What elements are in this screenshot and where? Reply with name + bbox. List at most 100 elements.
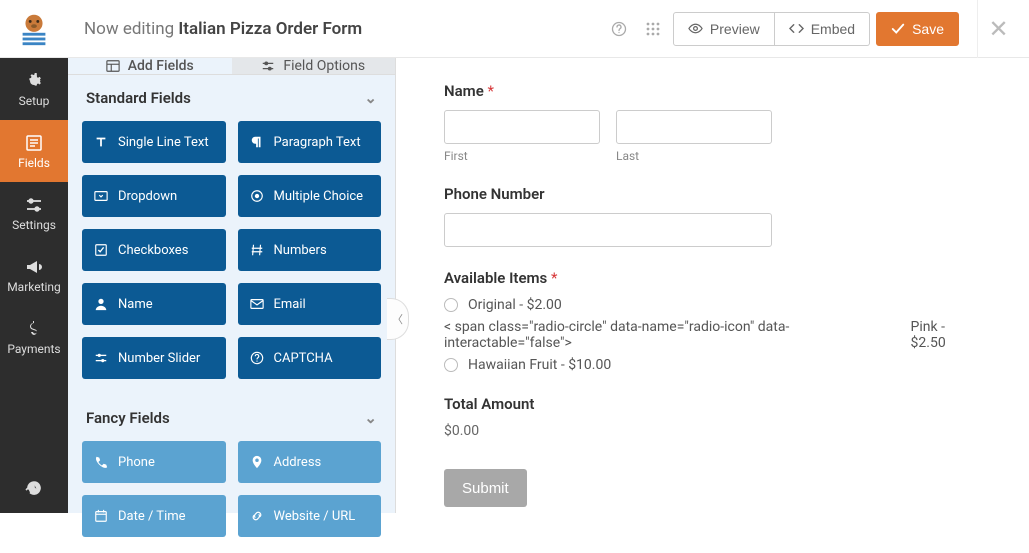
user-icon <box>94 297 108 311</box>
radio-icon <box>444 298 458 312</box>
save-button[interactable]: Save <box>876 12 959 46</box>
field-address[interactable]: Address <box>238 441 382 483</box>
field-number-slider[interactable]: Number Slider <box>82 337 226 379</box>
sliders-icon <box>24 195 44 215</box>
preview-button[interactable]: Preview <box>673 12 775 46</box>
slider-icon <box>94 351 108 365</box>
field-label: Checkboxes <box>118 243 188 258</box>
field-email[interactable]: Email <box>238 283 382 325</box>
embed-label: Embed <box>811 21 855 37</box>
link-icon <box>250 509 264 523</box>
field-label: Numbers <box>274 243 327 258</box>
history-icon <box>24 478 44 498</box>
field-label: Date / Time <box>118 509 186 524</box>
dollar-icon <box>24 319 44 339</box>
item-option[interactable]: Hawaiian Fruit - $10.00 <box>444 357 981 373</box>
apps-grid-icon[interactable] <box>639 15 667 43</box>
rail-payments[interactable]: Payments <box>0 306 68 368</box>
gear-icon <box>24 71 44 91</box>
email-icon <box>250 297 264 311</box>
field-label: Dropdown <box>118 189 177 204</box>
preview-label: Preview <box>710 21 760 37</box>
field-date-time[interactable]: Date / Time <box>82 495 226 537</box>
field-dropdown[interactable]: Dropdown <box>82 175 226 217</box>
rail-label: Marketing <box>7 280 61 294</box>
option-label: Pink - $2.50 <box>911 319 981 351</box>
first-name-input[interactable] <box>444 110 600 144</box>
check-icon <box>891 22 905 36</box>
field-single-line-text[interactable]: Single Line Text <box>82 121 226 163</box>
eye-icon <box>688 21 703 36</box>
tab-label: Field Options <box>283 58 365 74</box>
option-label: Hawaiian Fruit - $10.00 <box>468 357 611 373</box>
rail-label: Settings <box>12 218 56 232</box>
text-icon <box>94 135 108 149</box>
group-title: Fancy Fields <box>86 409 170 427</box>
field-label: Single Line Text <box>118 135 209 150</box>
field-numbers[interactable]: Numbers <box>238 229 382 271</box>
embed-button[interactable]: Embed <box>775 12 870 46</box>
field-label: Phone <box>118 455 155 470</box>
help-icon[interactable] <box>605 15 633 43</box>
preview-field-total[interactable]: Total Amount $0.00 <box>444 395 981 439</box>
radio-icon <box>444 358 458 372</box>
layout-icon <box>106 59 120 73</box>
chevron-down-icon: ⌄ <box>364 409 377 427</box>
option-label: Original - $2.00 <box>468 297 562 313</box>
sublabel-first: First <box>444 149 600 163</box>
last-name-input[interactable] <box>616 110 772 144</box>
item-option[interactable]: < span class="radio-circle" data-name="r… <box>444 319 981 351</box>
hash-icon <box>250 243 264 257</box>
field-name[interactable]: Name <box>82 283 226 325</box>
rail-revisions[interactable] <box>0 463 68 513</box>
field-label: CAPTCHA <box>274 351 333 366</box>
field-multiple-choice[interactable]: Multiple Choice <box>238 175 382 217</box>
preview-field-items[interactable]: Available Items * Original - $2.00 < spa… <box>444 269 981 373</box>
megaphone-icon <box>24 257 44 277</box>
rail-fields[interactable]: Fields <box>0 120 68 182</box>
form-preview: Name * First Last Phone Number Available… <box>396 58 1029 513</box>
field-paragraph-text[interactable]: Paragraph Text <box>238 121 382 163</box>
item-option[interactable]: Original - $2.00 <box>444 297 981 313</box>
preview-field-phone[interactable]: Phone Number <box>444 185 981 247</box>
group-title: Standard Fields <box>86 89 191 107</box>
rail-label: Payments <box>7 342 60 356</box>
required-marker: * <box>551 269 557 287</box>
field-checkboxes[interactable]: Checkboxes <box>82 229 226 271</box>
dropdown-icon <box>94 189 108 203</box>
field-label: Number Slider <box>118 351 200 366</box>
calendar-icon <box>94 509 108 523</box>
required-marker: * <box>488 82 494 100</box>
checkbox-icon <box>94 243 108 257</box>
field-phone[interactable]: Phone <box>82 441 226 483</box>
group-fancy-fields[interactable]: Fancy Fields ⌄ <box>68 395 395 441</box>
chevron-down-icon: ⌄ <box>364 89 377 107</box>
tab-label: Add Fields <box>128 58 194 74</box>
sliders-icon <box>261 59 275 73</box>
field-label: Name <box>444 82 484 100</box>
form-icon <box>24 133 44 153</box>
rail-label: Setup <box>19 94 50 108</box>
sublabel-last: Last <box>616 149 772 163</box>
field-captcha[interactable]: CAPTCHA <box>238 337 382 379</box>
submit-button[interactable]: Submit <box>444 469 527 507</box>
save-label: Save <box>912 21 944 37</box>
field-website-url[interactable]: Website / URL <box>238 495 382 537</box>
fields-panel: Add Fields Field Options Standard Fields… <box>68 58 396 513</box>
rail-setup[interactable]: Setup <box>0 58 68 120</box>
total-value: $0.00 <box>444 423 981 439</box>
preview-field-name[interactable]: Name * First Last <box>444 82 981 163</box>
field-label: Website / URL <box>274 509 356 524</box>
field-label: Email <box>274 297 306 312</box>
phone-input[interactable] <box>444 213 772 247</box>
field-label: Available Items <box>444 269 547 287</box>
rail-settings[interactable]: Settings <box>0 182 68 244</box>
page-title: Now editing Italian Pizza Order Form <box>68 19 605 39</box>
radio-icon <box>250 189 264 203</box>
tab-field-options[interactable]: Field Options <box>232 58 396 74</box>
rail-marketing[interactable]: Marketing <box>0 244 68 306</box>
phone-icon <box>94 455 108 469</box>
close-icon[interactable]: ✕ <box>977 0 1013 58</box>
tab-add-fields[interactable]: Add Fields <box>68 58 232 74</box>
group-standard-fields[interactable]: Standard Fields ⌄ <box>68 75 395 121</box>
